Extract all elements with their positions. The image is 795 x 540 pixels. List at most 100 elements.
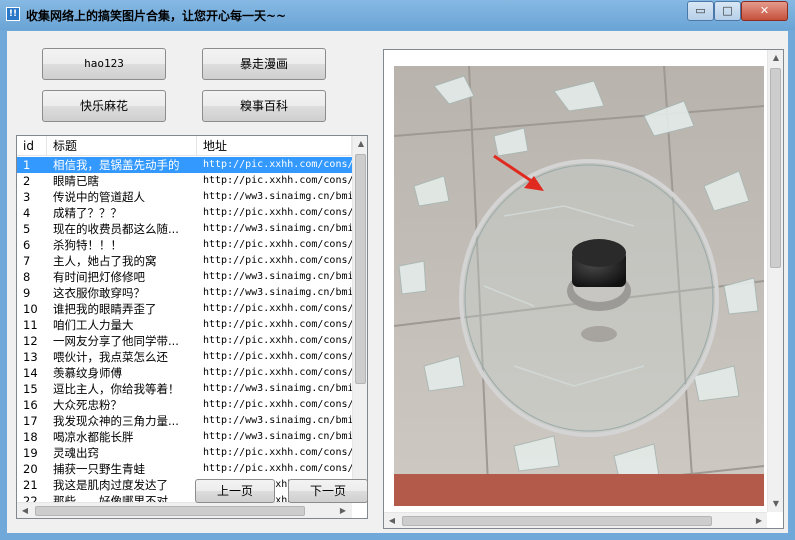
title-bar[interactable]: !! 收集网络上的搞笑图片合集，让您开心每一天~~ ▭ □ ✕	[0, 0, 795, 30]
row-url: http://pic.xxhh.com/cons/	[203, 255, 352, 266]
list-vertical-scrollbar[interactable]: ▲ ▼	[352, 136, 367, 502]
row-url: http://pic.xxhh.com/cons/	[203, 319, 352, 330]
row-id: 18	[23, 430, 38, 444]
row-id: 7	[23, 254, 31, 268]
row-id: 14	[23, 366, 38, 380]
list-row[interactable]: 1 相信我，是锅盖先动手的 http://pic.xxhh.com/cons/	[17, 157, 352, 173]
row-url: http://pic.xxhh.com/cons/	[203, 351, 352, 362]
row-url: http://pic.xxhh.com/cons/	[203, 303, 352, 314]
list-row[interactable]: 2 眼睛已瞎 http://pic.xxhh.com/cons/	[17, 173, 352, 189]
kuaile-mahua-button[interactable]: 快乐麻花	[42, 90, 166, 122]
picture-hscroll-thumb[interactable]	[402, 516, 712, 526]
row-title: 相信我，是锅盖先动手的	[53, 158, 180, 172]
scroll-up-icon[interactable]: ▲	[768, 50, 783, 66]
window-title: 收集网络上的搞笑图片合集，让您开心每一天~~	[26, 9, 287, 23]
list-row[interactable]: 20 捕获一只野生青蛙 http://pic.xxhh.com/cons/	[17, 461, 352, 477]
list-row[interactable]: 13 喂伙计，我点菜怎么还 http://pic.xxhh.com/cons/	[17, 349, 352, 365]
row-title: 咱们工人力量大	[53, 318, 134, 332]
row-title: 这衣服你敢穿吗？	[53, 286, 145, 300]
joke-list[interactable]: id 标题 地址 1 相信我，是锅盖先动手的 http://pic.xxhh.com…	[16, 135, 368, 519]
row-id: 12	[23, 334, 38, 348]
close-button[interactable]: ✕	[741, 1, 788, 21]
baozou-comics-button[interactable]: 暴走漫画	[202, 48, 326, 80]
row-id: 3	[23, 190, 31, 204]
list-header: id 标题 地址	[17, 136, 352, 156]
row-id: 8	[23, 270, 31, 284]
row-title: 逗比主人，你给我等着！	[53, 382, 180, 396]
list-row[interactable]: 8 有时间把灯修修吧 http://ww3.sinaimg.cn/bmi	[17, 269, 352, 285]
row-url: http://pic.xxhh.com/cons/	[203, 207, 352, 218]
funny-picture	[394, 66, 764, 506]
list-hscroll-thumb[interactable]	[35, 506, 305, 516]
scroll-right-icon[interactable]: ▶	[751, 513, 767, 528]
list-row[interactable]: 4 成精了？？？ http://pic.xxhh.com/cons/	[17, 205, 352, 221]
row-title: 成精了？？？	[53, 206, 122, 220]
row-title: 大众死忠粉？	[53, 398, 122, 412]
list-row[interactable]: 3 传说中的管道超人 http://ww3.sinaimg.cn/bmi	[17, 189, 352, 205]
row-title: 喝凉水都能长胖	[53, 430, 134, 444]
row-id: 15	[23, 382, 38, 396]
row-title: 现在的收费员都这么随...	[53, 222, 179, 236]
next-page-button[interactable]: 下一页	[288, 479, 368, 503]
column-header-url[interactable]: 地址	[197, 136, 352, 156]
picture-viewer: ▲ ▼ ◀ ▶	[383, 49, 784, 529]
client-area: hao123 暴走漫画 快乐麻花 糗事百科 id 标题 地址 1 相信我，是锅盖先…	[7, 31, 788, 533]
row-title: 羡慕纹身师傅	[53, 366, 122, 380]
row-id: 16	[23, 398, 38, 412]
hao123-button[interactable]: hao123	[42, 48, 166, 80]
app-icon: !!	[6, 7, 20, 21]
row-url: http://pic.xxhh.com/cons/	[203, 335, 352, 346]
column-header-id[interactable]: id	[17, 136, 47, 156]
row-url: http://pic.xxhh.com/cons/	[203, 447, 352, 458]
list-row[interactable]: 6 杀狗特！！！ http://pic.xxhh.com/cons/	[17, 237, 352, 253]
maximize-button[interactable]: □	[714, 1, 741, 21]
app-window: !! 收集网络上的搞笑图片合集，让您开心每一天~~ ▭ □ ✕ hao123 暴…	[0, 0, 795, 540]
list-row[interactable]: 9 这衣服你敢穿吗？ http://ww3.sinaimg.cn/bmi	[17, 285, 352, 301]
prev-page-button[interactable]: 上一页	[195, 479, 275, 503]
row-title: 我发现众神的三角力量...	[53, 414, 179, 428]
scroll-right-icon[interactable]: ▶	[335, 503, 351, 518]
row-url: http://ww3.sinaimg.cn/bmi	[203, 415, 352, 426]
list-horizontal-scrollbar[interactable]: ◀ ▶	[17, 502, 352, 518]
scroll-left-icon[interactable]: ◀	[17, 503, 33, 518]
list-row[interactable]: 18 喝凉水都能长胖 http://ww3.sinaimg.cn/bmi	[17, 429, 352, 445]
list-row[interactable]: 16 大众死忠粉？ http://pic.xxhh.com/cons/	[17, 397, 352, 413]
row-id: 20	[23, 462, 38, 476]
row-url: http://pic.xxhh.com/cons/	[203, 399, 352, 410]
list-row[interactable]: 15 逗比主人，你给我等着！ http://ww3.sinaimg.cn/bmi	[17, 381, 352, 397]
list-row[interactable]: 7 主人，她占了我的窝 http://pic.xxhh.com/cons/	[17, 253, 352, 269]
scroll-left-icon[interactable]: ◀	[384, 513, 400, 528]
list-vscroll-thumb[interactable]	[355, 154, 366, 384]
row-url: http://pic.xxhh.com/cons/	[203, 175, 352, 186]
row-url: http://ww3.sinaimg.cn/bmi	[203, 271, 352, 282]
row-id: 10	[23, 302, 38, 316]
list-row[interactable]: 11 咱们工人力量大 http://pic.xxhh.com/cons/	[17, 317, 352, 333]
row-title: 杀狗特！！！	[53, 238, 122, 252]
picture-vertical-scrollbar[interactable]: ▲ ▼	[767, 50, 783, 512]
list-row[interactable]: 17 我发现众神的三角力量... http://ww3.sinaimg.cn/bmi	[17, 413, 352, 429]
picture-vscroll-thumb[interactable]	[770, 68, 781, 268]
row-id: 9	[23, 286, 31, 300]
picture-horizontal-scrollbar[interactable]: ◀ ▶	[384, 512, 767, 528]
scroll-up-icon[interactable]: ▲	[353, 136, 367, 152]
minimize-button[interactable]: ▭	[687, 1, 714, 21]
row-id: 17	[23, 414, 38, 428]
row-id: 13	[23, 350, 38, 364]
row-title: 眼睛已瞎	[53, 174, 99, 188]
scroll-down-icon[interactable]: ▼	[768, 496, 783, 512]
row-title: 有时间把灯修修吧	[53, 270, 145, 284]
row-id: 4	[23, 206, 31, 220]
list-row[interactable]: 5 现在的收费员都这么随... http://ww3.sinaimg.cn/bmi	[17, 221, 352, 237]
list-row[interactable]: 19 灵魂出窍 http://pic.xxhh.com/cons/	[17, 445, 352, 461]
list-row[interactable]: 10 谁把我的眼睛弄歪了 http://pic.xxhh.com/cons/	[17, 301, 352, 317]
row-id: 2	[23, 174, 31, 188]
list-row[interactable]: 14 羡慕纹身师傅 http://pic.xxhh.com/cons/	[17, 365, 352, 381]
row-title: 一网友分享了他同学带...	[53, 334, 179, 348]
column-header-title[interactable]: 标题	[47, 136, 197, 156]
row-url: http://pic.xxhh.com/cons/	[203, 463, 352, 474]
row-title: 我这是肌肉过度发达了	[53, 478, 168, 492]
row-title: 捕获一只野生青蛙	[53, 462, 145, 476]
row-url: http://ww3.sinaimg.cn/bmi	[203, 383, 352, 394]
list-row[interactable]: 12 一网友分享了他同学带... http://pic.xxhh.com/cons/	[17, 333, 352, 349]
qiushibaike-button[interactable]: 糗事百科	[202, 90, 326, 122]
